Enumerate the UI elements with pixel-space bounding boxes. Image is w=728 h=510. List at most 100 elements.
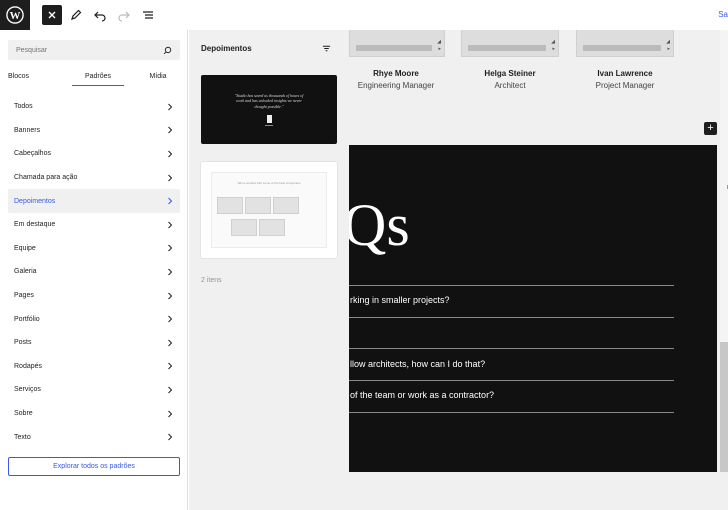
category-item[interactable]: Portfólio xyxy=(8,307,180,331)
tab-patterns[interactable]: Padrões xyxy=(68,66,128,86)
category-item[interactable]: Galeria xyxy=(8,260,180,284)
category-item[interactable]: Sobre xyxy=(8,402,180,426)
play-icon: ▸ xyxy=(438,46,441,52)
scrollbar-thumb[interactable] xyxy=(720,342,728,474)
team-member-role[interactable]: Architect xyxy=(460,81,560,90)
search-icon xyxy=(163,46,172,54)
chevron-right-icon xyxy=(168,174,173,181)
chevron-right-icon xyxy=(168,339,173,347)
close-inserter-button[interactable] xyxy=(42,5,62,25)
chevron-right-icon xyxy=(168,433,173,441)
logo-placeholder xyxy=(231,219,257,236)
category-item[interactable]: Todos xyxy=(8,95,180,119)
category-item[interactable]: Rodapés xyxy=(8,355,180,379)
category-label: Portfólio xyxy=(14,315,40,323)
redo-icon xyxy=(118,11,130,22)
category-item[interactable]: Posts xyxy=(8,331,180,355)
team-photo-placeholder: ▸ ◢ xyxy=(461,30,559,57)
pattern-logo-underline xyxy=(265,124,273,126)
pattern-category-title: Depoimentos xyxy=(201,44,252,53)
faq-divider xyxy=(349,380,674,381)
pattern-category-list: Todos Banners Cabeçalhos Chamada para aç… xyxy=(8,95,180,449)
pattern-quote-text: "Studio has saved us thousands of hours … xyxy=(234,93,304,109)
placeholder-bar xyxy=(356,45,432,51)
category-label: Pages xyxy=(14,292,34,300)
redo-button[interactable] xyxy=(114,5,134,25)
chevron-right-icon xyxy=(168,268,173,276)
explore-all-patterns-button[interactable]: Explorar todos os padrões xyxy=(8,457,180,476)
plus-icon: + xyxy=(707,122,714,134)
pattern-preview-testimonial[interactable]: "Studio has saved us thousands of hours … xyxy=(201,75,337,144)
editor-canvas[interactable]: ▸ ◢ ▸ ◢ ▸ ◢ Rhye Moore Engineering Manager … xyxy=(349,30,728,510)
chevron-right-icon xyxy=(168,315,173,323)
filter-icon[interactable] xyxy=(322,44,331,53)
chevron-right-icon xyxy=(168,150,173,158)
top-right-link[interactable]: Sa xyxy=(718,10,728,19)
faq-question[interactable]: rking in smaller projects? xyxy=(350,295,450,305)
category-label: Todos xyxy=(14,103,33,111)
faq-heading[interactable]: Qs xyxy=(349,195,410,255)
svg-text:W: W xyxy=(10,10,21,22)
faq-question[interactable]: llow architects, how can I do that? xyxy=(350,359,485,369)
logo-placeholder xyxy=(259,219,285,236)
category-item[interactable]: Em destaque xyxy=(8,213,180,237)
category-label: Em destaque xyxy=(14,221,56,229)
wordpress-logo-button[interactable]: W xyxy=(0,0,30,30)
chevron-right-icon xyxy=(168,362,173,370)
placeholder-bar xyxy=(468,45,546,51)
search-placeholder: Pesquisar xyxy=(16,46,48,54)
chevron-right-icon xyxy=(168,245,173,252)
add-block-button[interactable]: + xyxy=(704,122,717,135)
team-member-role[interactable]: Project Manager xyxy=(575,81,675,90)
faq-section[interactable]: Qs rking in smaller projects? llow archi… xyxy=(349,145,717,472)
play-icon: ▸ xyxy=(552,46,555,52)
category-label: Rodapés xyxy=(14,362,43,370)
pattern-preview-canvas: We're worked with some of the best compa… xyxy=(212,173,326,247)
logo-placeholder xyxy=(273,197,299,214)
category-item[interactable]: Cabeçalhos xyxy=(8,142,180,166)
chevron-right-icon xyxy=(168,386,173,394)
category-item[interactable]: Texto xyxy=(8,425,180,449)
category-item[interactable]: Chamada para ação xyxy=(8,166,180,190)
pattern-list-panel: Depoimentos "Studio has saved us thousan… xyxy=(189,30,349,510)
category-item[interactable]: Serviços xyxy=(8,378,180,402)
category-label: Texto xyxy=(14,433,31,441)
chevron-right-icon xyxy=(168,221,173,229)
tab-media[interactable]: Mídia xyxy=(128,66,188,86)
pattern-preview-companies[interactable]: We're worked with some of the best compa… xyxy=(201,162,337,258)
category-label: Cabeçalhos xyxy=(14,150,51,158)
search-input[interactable]: Pesquisar xyxy=(8,40,180,60)
document-overview-button[interactable] xyxy=(138,5,158,25)
tab-blocks[interactable]: Blocos xyxy=(0,66,68,86)
wordpress-icon: W xyxy=(6,6,24,24)
chevron-right-icon xyxy=(168,197,173,205)
category-item-active[interactable]: Depoimentos xyxy=(8,189,180,213)
team-section: ▸ ◢ ▸ ◢ ▸ ◢ Rhye Moore Engineering Manager … xyxy=(349,30,719,140)
category-item[interactable]: Pages xyxy=(8,284,180,308)
tools-button[interactable] xyxy=(66,5,86,25)
placeholder-bar xyxy=(583,45,661,51)
logo-placeholder xyxy=(217,197,243,214)
team-member-name[interactable]: Rhye Moore xyxy=(349,69,446,78)
team-member-role[interactable]: Engineering Manager xyxy=(349,81,446,90)
chevron-right-icon xyxy=(168,103,173,111)
category-label: Galeria xyxy=(14,268,37,276)
canvas-footer-area xyxy=(349,472,728,510)
team-member-name[interactable]: Helga Steiner xyxy=(460,69,560,78)
pattern-count: 2 itens xyxy=(201,277,222,284)
category-item[interactable]: Banners xyxy=(8,119,180,143)
block-inserter-panel: Pesquisar Blocos Padrões Mídia Todos Ban… xyxy=(0,30,188,510)
faq-question[interactable]: of the team or work as a contractor? xyxy=(350,390,494,400)
logo-placeholder xyxy=(245,197,271,214)
team-member-name[interactable]: Ivan Lawrence xyxy=(575,69,675,78)
chevron-right-icon xyxy=(168,410,173,417)
category-label: Serviços xyxy=(14,386,41,394)
pattern-logo-mark xyxy=(266,114,272,123)
category-label: Banners xyxy=(14,126,41,134)
team-photo-placeholder: ▸ ◢ xyxy=(576,30,674,57)
pencil-icon xyxy=(71,9,82,20)
category-item[interactable]: Equipe xyxy=(8,237,180,261)
faq-divider xyxy=(349,412,674,413)
undo-button[interactable] xyxy=(90,5,110,25)
category-label: Chamada para ação xyxy=(14,174,78,182)
